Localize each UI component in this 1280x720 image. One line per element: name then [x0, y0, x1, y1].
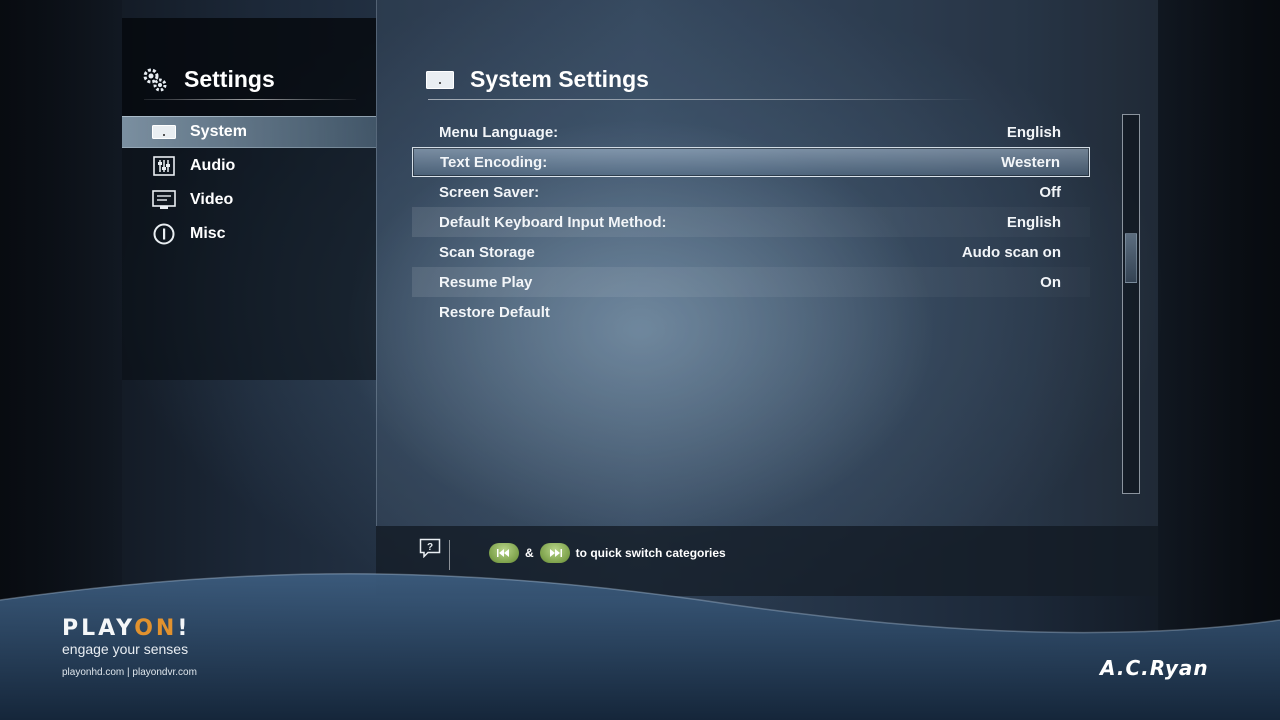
sidebar-header: Settings [122, 18, 376, 116]
hint-ampersand: & [525, 546, 534, 560]
page-title: System Settings [470, 66, 649, 92]
sidebar-item-label: Video [190, 191, 234, 208]
main-header: System Settings [426, 66, 649, 93]
acryan-logo: A.C.Ryan [1100, 656, 1209, 680]
monitor-icon [152, 189, 176, 211]
sidebar-item-audio[interactable]: Audio [122, 150, 376, 182]
bottom-wave-decoration [0, 573, 1280, 720]
audio-mixer-icon [152, 155, 176, 177]
logo-play: PLAY [62, 616, 135, 641]
setting-row-resume-play[interactable]: Resume Play On [412, 267, 1090, 297]
help-icon[interactable]: ? [419, 538, 441, 558]
playon-logo: PLAYON! engage your senses [62, 616, 191, 658]
scrollbar-thumb[interactable] [1125, 233, 1137, 283]
setting-row-menu-language[interactable]: Menu Language: English [412, 117, 1090, 147]
setting-row-text-encoding[interactable]: Text Encoding: Western [412, 147, 1090, 177]
setting-row-screen-saver[interactable]: Screen Saver: Off [412, 177, 1090, 207]
setting-value: Western [1001, 153, 1060, 171]
sidebar-item-system[interactable]: System [122, 116, 376, 148]
website-links: playonhd.com | playondvr.com [62, 667, 197, 678]
sidebar-item-misc[interactable]: Misc [122, 218, 376, 250]
setting-row-keyboard-input[interactable]: Default Keyboard Input Method: English [412, 207, 1090, 237]
setting-label: Screen Saver: [439, 183, 540, 201]
setting-value: English [1006, 123, 1061, 141]
sidebar: Settings System Audio Video Misc [122, 18, 376, 380]
settings-list: Menu Language: English Text Encoding: We… [412, 117, 1092, 327]
sidebar-item-label: Misc [190, 225, 226, 242]
sidebar-title-underline [144, 99, 356, 100]
logo-on: ON [134, 616, 178, 641]
system-icon [152, 121, 176, 143]
setting-label: Menu Language: [439, 123, 559, 141]
setting-label: Restore Default [439, 303, 550, 321]
gears-icon [143, 68, 167, 91]
logo-tagline: engage your senses [62, 641, 189, 657]
system-icon [426, 70, 454, 89]
svg-text:?: ? [427, 542, 433, 553]
setting-value: On [1040, 273, 1061, 291]
setting-value: Off [1039, 183, 1061, 201]
settings-scrollbar[interactable] [1122, 114, 1140, 494]
sidebar-item-label: Audio [190, 157, 236, 174]
setting-label: Text Encoding: [440, 153, 548, 171]
logo-bang: ! [177, 616, 191, 641]
sidebar-title: Settings [184, 66, 275, 92]
hint-text: to quick switch categories [575, 546, 726, 560]
setting-row-restore-default[interactable]: Restore Default [412, 297, 1090, 327]
sidebar-item-video[interactable]: Video [122, 184, 376, 216]
setting-row-scan-storage[interactable]: Scan Storage Audo scan on [412, 237, 1090, 267]
setting-label: Resume Play [439, 273, 533, 291]
page-title-underline [428, 99, 978, 100]
info-icon [152, 223, 176, 245]
setting-label: Default Keyboard Input Method: [439, 213, 667, 231]
setting-label: Scan Storage [439, 243, 535, 261]
setting-value: English [1006, 213, 1061, 231]
setting-value: Audo scan on [961, 243, 1061, 261]
sidebar-item-label: System [190, 123, 247, 140]
